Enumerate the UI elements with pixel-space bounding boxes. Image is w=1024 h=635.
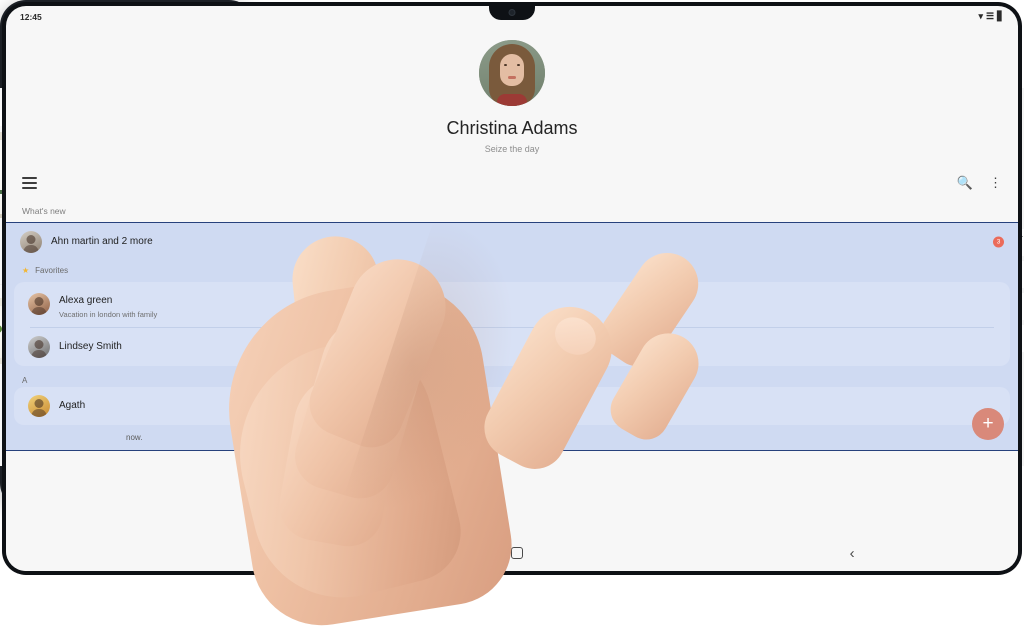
clothing-shape [497, 94, 527, 106]
wifi-icon: ▾ [978, 11, 983, 21]
lips-shape [508, 76, 516, 79]
alpha-group: Agath [14, 386, 1010, 425]
whats-new-row[interactable]: Ahn martin and 2 more 3 [6, 223, 1018, 261]
avatar-body-shape [31, 408, 47, 417]
contacts-list-panel: Ahn martin and 2 more 3 ★ Favorites Alex… [6, 221, 1018, 451]
favorites-section-header: ★ Favorites [6, 261, 1018, 278]
main-status-icons: ▾ ☰ ▋ [978, 11, 1004, 22]
main-nav-bar: ||| ‹ [6, 535, 1018, 571]
contact-name: Agath [59, 400, 86, 412]
avatar-body-shape [31, 307, 47, 316]
avatar-body-shape [31, 349, 47, 358]
signal-icon: ☰ [986, 11, 995, 21]
eye-shape [517, 64, 520, 66]
battery-icon: ▋ [997, 11, 1004, 21]
group-avatar [20, 230, 42, 253]
search-icon[interactable]: 🔍 [957, 175, 973, 191]
avatar-head-shape [34, 297, 44, 307]
add-contact-fab[interactable]: + [972, 407, 1004, 440]
phone-main-contacts: 12:45 ▾ ☰ ▋ Christina Adams Seize the da… [0, 0, 1022, 575]
contact-row[interactable]: Lindsey Smith [14, 328, 1010, 366]
back-icon[interactable]: ‹ [850, 545, 855, 562]
contact-name: Lindsey Smith [59, 341, 122, 353]
face-shape [500, 54, 524, 86]
contact-avatar [28, 335, 50, 358]
star-icon: ★ [22, 265, 30, 275]
avatar[interactable] [479, 40, 545, 106]
main-status-bar: 12:45 ▾ ☰ ▋ [6, 6, 1018, 22]
overflow-menu-icon[interactable]: ⋮ [989, 175, 1002, 191]
contact-name: Alexa green [59, 294, 113, 306]
favorites-group: Alexa green Vacation in london with fami… [14, 281, 1010, 366]
contact-avatar [28, 394, 50, 417]
profile-status-message: Seize the day [484, 144, 540, 154]
main-screen: 12:45 ▾ ☰ ▋ Christina Adams Seize the da… [6, 6, 1018, 571]
home-icon[interactable] [510, 547, 523, 559]
contact-row[interactable]: Alexa green Vacation in london with fami… [14, 282, 1010, 327]
eye-shape [504, 64, 507, 66]
contact-text: Alexa green Vacation in london with fami… [59, 290, 157, 319]
contact-status: Vacation in london with family [59, 309, 158, 319]
avatar-head-shape [26, 234, 36, 244]
avatar-head-shape [34, 398, 44, 408]
page-title: Christina Adams [446, 118, 578, 138]
main-toolbar-right: 🔍 ⋮ [957, 175, 1002, 191]
section-whats-new-label: What's new [22, 205, 66, 216]
contact-avatar [28, 293, 50, 316]
avatar-body-shape [23, 244, 39, 253]
whats-new-name: Ahn martin and 2 more [51, 236, 153, 248]
favorites-label: Favorites [35, 265, 69, 275]
main-toolbar: 🔍 ⋮ [6, 154, 1018, 192]
contact-row[interactable]: Agath [14, 387, 1010, 425]
alpha-index-header: A [22, 375, 28, 385]
scene-root: 12:45 ▾ ☰ ▋ ⋮ $$48 View all [0, 0, 1024, 635]
main-status-time: 12:45 [20, 11, 42, 22]
status-badge: 3 [993, 236, 1004, 248]
hamburger-menu-icon[interactable] [22, 174, 37, 192]
partial-text: now. [126, 432, 143, 442]
avatar-head-shape [34, 339, 44, 349]
